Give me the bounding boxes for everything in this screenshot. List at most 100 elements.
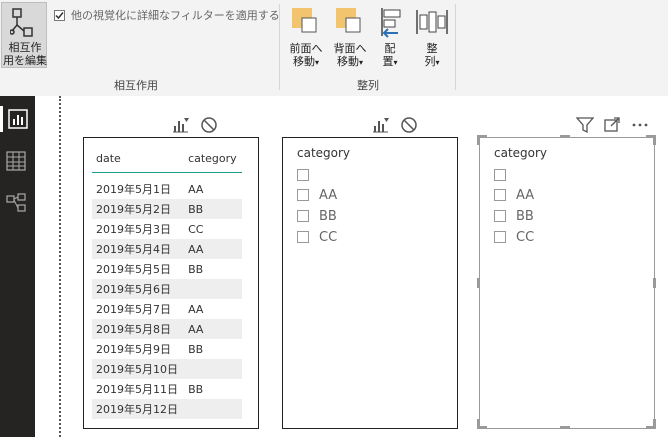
dropdown-arrow-icon: ▾ xyxy=(314,58,319,67)
cell-date: 2019年5月12日 xyxy=(92,399,185,419)
resize-handle-tm[interactable] xyxy=(560,135,570,138)
distribute-icon xyxy=(416,10,448,34)
report-view-button[interactable] xyxy=(0,106,35,132)
report-view-icon xyxy=(8,109,28,129)
distribute-label-2: 列 xyxy=(424,55,436,68)
align-button[interactable]: 配 置▾ xyxy=(374,4,406,72)
cell-date: 2019年5月2日 xyxy=(92,199,185,219)
table-row[interactable]: 2019年5月12日 xyxy=(92,399,242,419)
filter-visual-icon[interactable] xyxy=(172,116,190,134)
slicer-item-label: BB xyxy=(516,208,534,224)
distribute-label-1: 整 xyxy=(426,42,438,55)
ribbon-separator xyxy=(279,4,280,90)
slicer-item-label: AA xyxy=(516,187,535,203)
slicer-item[interactable] xyxy=(494,166,516,184)
slicer-item-label: CC xyxy=(516,229,535,245)
cell-date: 2019年5月11日 xyxy=(96,383,178,396)
table-row[interactable]: 2019年5月8日 AA xyxy=(92,319,242,339)
focus-mode-icon[interactable] xyxy=(603,116,621,134)
cell-date: 2019年5月6日 xyxy=(92,279,185,299)
table-row[interactable]: 2019年5月7日 AA xyxy=(92,299,242,319)
detailed-filter-checkbox[interactable]: 他の視覚化に詳細なフィルターを適用する xyxy=(54,7,280,23)
checkbox[interactable] xyxy=(297,189,309,201)
cell-category: AA xyxy=(188,302,204,316)
send-backward-label-1: 背面へ xyxy=(333,42,367,55)
slicer-title: category xyxy=(297,146,351,160)
bring-forward-label-1: 前面へ xyxy=(289,42,323,55)
cell-category: AA xyxy=(184,319,242,339)
resize-handle-bm[interactable] xyxy=(560,426,570,429)
checkbox-checked-icon xyxy=(54,9,65,21)
cell-date: 2019年5月5日 xyxy=(96,263,171,276)
cell-date: 2019年5月1日 xyxy=(96,183,171,196)
table-row[interactable]: 2019年5月10日 xyxy=(92,359,242,379)
detailed-filter-label: 他の視覚化に詳細なフィルターを適用する xyxy=(71,9,280,22)
more-options-icon[interactable] xyxy=(631,116,649,134)
resize-handle-ml[interactable] xyxy=(477,278,480,288)
table-visual[interactable]: date category 2019年5月1日 AA 2019年5月2日 BB 2019… xyxy=(83,137,259,429)
table-row[interactable]: 2019年5月4日 AA xyxy=(92,239,242,259)
checkbox[interactable] xyxy=(494,169,506,181)
send-backward-icon xyxy=(336,8,361,33)
data-table: date category 2019年5月1日 AA 2019年5月2日 BB 2019… xyxy=(92,144,242,419)
filter-visual-icon[interactable] xyxy=(372,116,390,134)
resize-handle-tr[interactable] xyxy=(653,135,656,145)
align-icon xyxy=(381,8,401,38)
cell-category: BB xyxy=(188,262,204,276)
slicer-item[interactable] xyxy=(297,166,319,184)
model-view-icon xyxy=(6,193,26,212)
slicer-item-label: CC xyxy=(319,229,338,245)
edit-interactions-button[interactable]: 相互作 用を編集 xyxy=(1,2,47,68)
table-row[interactable]: 2019年5月2日 BB xyxy=(92,199,242,219)
table-header-date: date xyxy=(92,144,185,173)
table-row[interactable]: 2019年5月11日 BB xyxy=(92,379,242,399)
resize-handle-mr[interactable] xyxy=(653,278,656,288)
dropdown-arrow-icon: ▾ xyxy=(358,58,363,67)
table-row[interactable]: 2019年5月3日 CC xyxy=(92,219,242,239)
edit-interactions-label-1: 相互作 xyxy=(8,41,42,54)
slicer-item[interactable]: CC xyxy=(297,228,337,246)
model-view-button[interactable] xyxy=(0,190,35,216)
dropdown-arrow-icon: ▾ xyxy=(393,58,398,67)
slicer-visual-1[interactable]: category AA BB CC xyxy=(282,137,458,429)
resize-handle-br[interactable] xyxy=(653,419,656,429)
align-label-1: 配 xyxy=(384,42,396,55)
filter-icon[interactable] xyxy=(576,116,594,134)
table-row[interactable]: 2019年5月9日 BB xyxy=(92,339,242,359)
slicer-item[interactable]: AA xyxy=(297,186,337,204)
bring-forward-button[interactable]: 前面へ 移動▾ xyxy=(286,4,326,72)
resize-handle-tl[interactable] xyxy=(477,135,480,145)
slicer-item[interactable]: BB xyxy=(494,207,534,225)
distribute-button[interactable]: 整 列▾ xyxy=(414,4,450,72)
send-backward-label-2: 移動 xyxy=(336,55,359,68)
cell-category: BB xyxy=(188,342,204,356)
slicer-item[interactable]: AA xyxy=(494,186,534,204)
table-row[interactable]: 2019年5月6日 xyxy=(92,279,242,299)
cell-date: 2019年5月10日 xyxy=(92,359,185,379)
cell-date: 2019年5月3日 xyxy=(96,223,171,236)
ribbon: 相互作 用を編集 他の視覚化に詳細なフィルターを適用する 相互作用 前面へ 移動… xyxy=(0,0,668,96)
table-row[interactable]: 2019年5月1日 AA xyxy=(92,173,242,200)
slicer-visual-2[interactable]: category AA BB CC xyxy=(479,137,655,429)
cell-category xyxy=(184,359,242,379)
resize-handle-bl[interactable] xyxy=(477,419,480,429)
send-backward-button[interactable]: 背面へ 移動▾ xyxy=(330,4,370,72)
none-interaction-icon[interactable] xyxy=(400,116,418,134)
slicer-item[interactable]: CC xyxy=(494,228,534,246)
ribbon-separator xyxy=(455,4,456,90)
cell-category: BB xyxy=(188,382,204,396)
checkbox[interactable] xyxy=(494,210,506,222)
group-label-interactions: 相互作用 xyxy=(114,79,158,92)
checkbox[interactable] xyxy=(297,210,309,222)
data-view-button[interactable] xyxy=(0,148,35,174)
checkbox[interactable] xyxy=(297,231,309,243)
align-label-2: 置 xyxy=(382,55,394,68)
checkbox[interactable] xyxy=(297,169,309,181)
checkbox[interactable] xyxy=(494,231,506,243)
none-interaction-icon[interactable] xyxy=(200,116,218,134)
checkbox[interactable] xyxy=(494,189,506,201)
slicer-item[interactable]: BB xyxy=(297,207,337,225)
view-sidebar xyxy=(0,96,35,437)
table-row[interactable]: 2019年5月5日 BB xyxy=(92,259,242,279)
cell-date: 2019年5月9日 xyxy=(96,343,171,356)
